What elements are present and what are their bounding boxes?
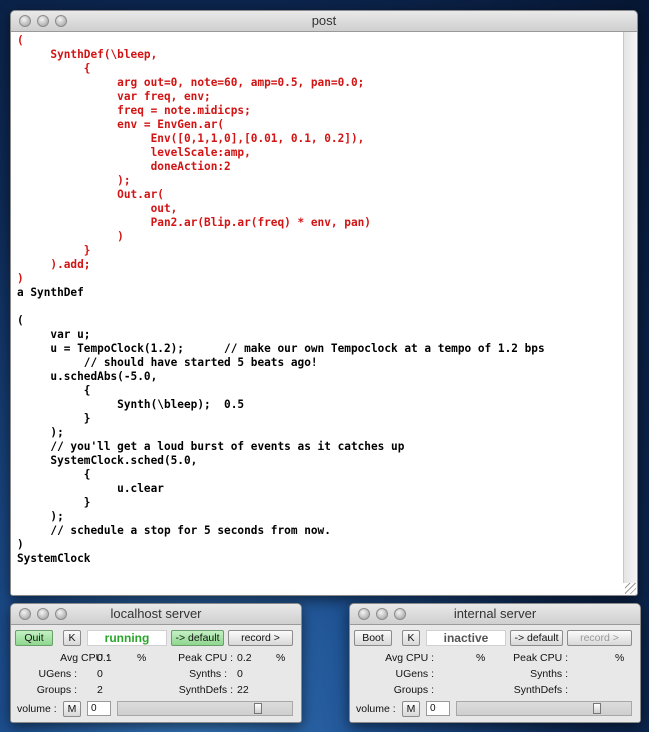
volume-number-field[interactable]: 0 <box>87 701 111 716</box>
avg-cpu-unit: % <box>137 652 147 664</box>
record-button[interactable]: record > <box>228 630 293 646</box>
code-line[interactable]: var freq, env; <box>17 90 211 103</box>
peak-cpu-label: Peak CPU : <box>513 652 568 664</box>
code-line[interactable]: Synth(\bleep); 0.5 <box>17 398 244 411</box>
volume-slider[interactable] <box>117 701 293 716</box>
post-text-area[interactable]: ( SynthDef(\bleep, { arg out=0, note=60,… <box>11 32 637 595</box>
code-line[interactable]: } <box>17 496 91 509</box>
code-line[interactable]: ); <box>17 426 63 439</box>
code-line[interactable]: } <box>17 244 91 257</box>
post-titlebar[interactable]: post <box>11 11 637 32</box>
synths-label: Synths : <box>530 668 568 680</box>
make-default-button[interactable]: -> default <box>171 630 224 646</box>
make-default-button[interactable]: -> default <box>510 630 563 646</box>
code-line[interactable]: u = TempoClock(1.2); // make our own Tem… <box>17 342 544 355</box>
code-line[interactable]: Env([0,1,1,0],[0.01, 0.1, 0.2]), <box>17 132 365 145</box>
code-line[interactable]: ).add; <box>17 258 90 271</box>
code-line[interactable]: } <box>17 412 91 425</box>
code-text[interactable]: ( SynthDef(\bleep, { arg out=0, note=60,… <box>17 34 619 587</box>
code-line[interactable]: { <box>17 468 91 481</box>
code-line[interactable]: Out.ar( <box>17 188 164 201</box>
volume-label: volume : <box>17 703 57 715</box>
boot-button[interactable]: Boot <box>354 630 392 646</box>
code-line[interactable]: // you'll get a loud burst of events as … <box>17 440 404 453</box>
quit-button[interactable]: Quit <box>15 630 53 646</box>
code-line[interactable]: // should have started 5 beats ago! <box>17 356 318 369</box>
code-line[interactable]: Pan2.ar(Blip.ar(freq) * env, pan) <box>17 216 371 229</box>
code-line[interactable]: var u; <box>17 328 90 341</box>
window-title: localhost server <box>110 606 202 621</box>
mute-button[interactable]: M <box>402 701 420 717</box>
synths-value: 0 <box>237 668 243 680</box>
volume-slider[interactable] <box>456 701 632 716</box>
code-line[interactable]: ) <box>17 272 24 285</box>
window-title: internal server <box>453 606 537 621</box>
avg-cpu-value: 0.1 <box>97 652 112 664</box>
code-line[interactable]: SynthDef(\bleep, <box>17 48 157 61</box>
code-line[interactable]: SystemClock.sched(5.0, <box>17 454 197 467</box>
peak-cpu-label: Peak CPU : <box>178 652 233 664</box>
code-line[interactable]: ( <box>17 34 24 47</box>
code-line[interactable]: arg out=0, note=60, amp=0.5, pan=0.0; <box>17 76 364 89</box>
groups-label: Groups : <box>393 684 434 696</box>
peak-cpu-unit: % <box>615 652 625 664</box>
code-line[interactable]: SystemClock <box>17 552 90 565</box>
code-line[interactable]: { <box>17 384 91 397</box>
record-button[interactable]: record > <box>567 630 632 646</box>
internal-server-window: internal server Boot K inactive -> defau… <box>349 603 641 723</box>
code-line[interactable]: doneAction:2 <box>17 160 231 173</box>
kill-button[interactable]: K <box>63 630 81 646</box>
code-line[interactable]: out, <box>17 202 178 215</box>
groups-label: Groups : <box>36 684 77 696</box>
code-line[interactable]: u.schedAbs(-5.0, <box>17 370 157 383</box>
groups-value: 2 <box>97 684 103 696</box>
peak-cpu-value: 0.2 <box>237 652 252 664</box>
code-line[interactable]: ( <box>17 314 24 327</box>
kill-button[interactable]: K <box>402 630 420 646</box>
code-line[interactable]: // schedule a stop for 5 seconds from no… <box>17 524 331 537</box>
mute-button[interactable]: M <box>63 701 81 717</box>
code-line[interactable]: freq = note.midicps; <box>17 104 251 117</box>
code-line[interactable]: { <box>17 62 91 75</box>
peak-cpu-unit: % <box>276 652 286 664</box>
ugens-label: UGens : <box>38 668 77 680</box>
synthdefs-value: 22 <box>237 684 249 696</box>
volume-number-field[interactable]: 0 <box>426 701 450 716</box>
volume-label: volume : <box>356 703 396 715</box>
synths-label: Synths : <box>189 668 227 680</box>
code-line[interactable]: a SynthDef <box>17 286 84 299</box>
server-status: running <box>87 630 167 646</box>
avg-cpu-label: Avg CPU : <box>60 652 109 664</box>
ugens-label: UGens : <box>395 668 434 680</box>
ugens-value: 0 <box>97 668 103 680</box>
volume-slider-knob[interactable] <box>593 703 601 714</box>
vertical-scrollbar[interactable] <box>623 32 637 583</box>
code-line[interactable]: ) <box>17 538 24 551</box>
code-line[interactable]: ) <box>17 230 124 243</box>
internal-server-titlebar[interactable]: internal server <box>350 604 640 625</box>
localhost-server-titlebar[interactable]: localhost server <box>11 604 301 625</box>
volume-slider-knob[interactable] <box>254 703 262 714</box>
post-window: post ( SynthDef(\bleep, { arg out=0, not… <box>10 10 638 596</box>
localhost-server-window: localhost server Quit K running -> defau… <box>10 603 302 723</box>
synthdefs-label: SynthDefs : <box>513 684 568 696</box>
code-line[interactable]: levelScale:amp, <box>17 146 251 159</box>
window-title: post <box>311 13 337 28</box>
code-line[interactable]: u.clear <box>17 482 164 495</box>
avg-cpu-unit: % <box>476 652 486 664</box>
code-line[interactable]: ); <box>17 510 63 523</box>
code-line[interactable]: ); <box>17 174 130 187</box>
server-status: inactive <box>426 630 506 646</box>
code-line[interactable]: env = EnvGen.ar( <box>17 118 224 131</box>
avg-cpu-label: Avg CPU : <box>385 652 434 664</box>
synthdefs-label: SynthDefs : <box>178 684 233 696</box>
resize-grip-icon[interactable] <box>625 583 636 594</box>
